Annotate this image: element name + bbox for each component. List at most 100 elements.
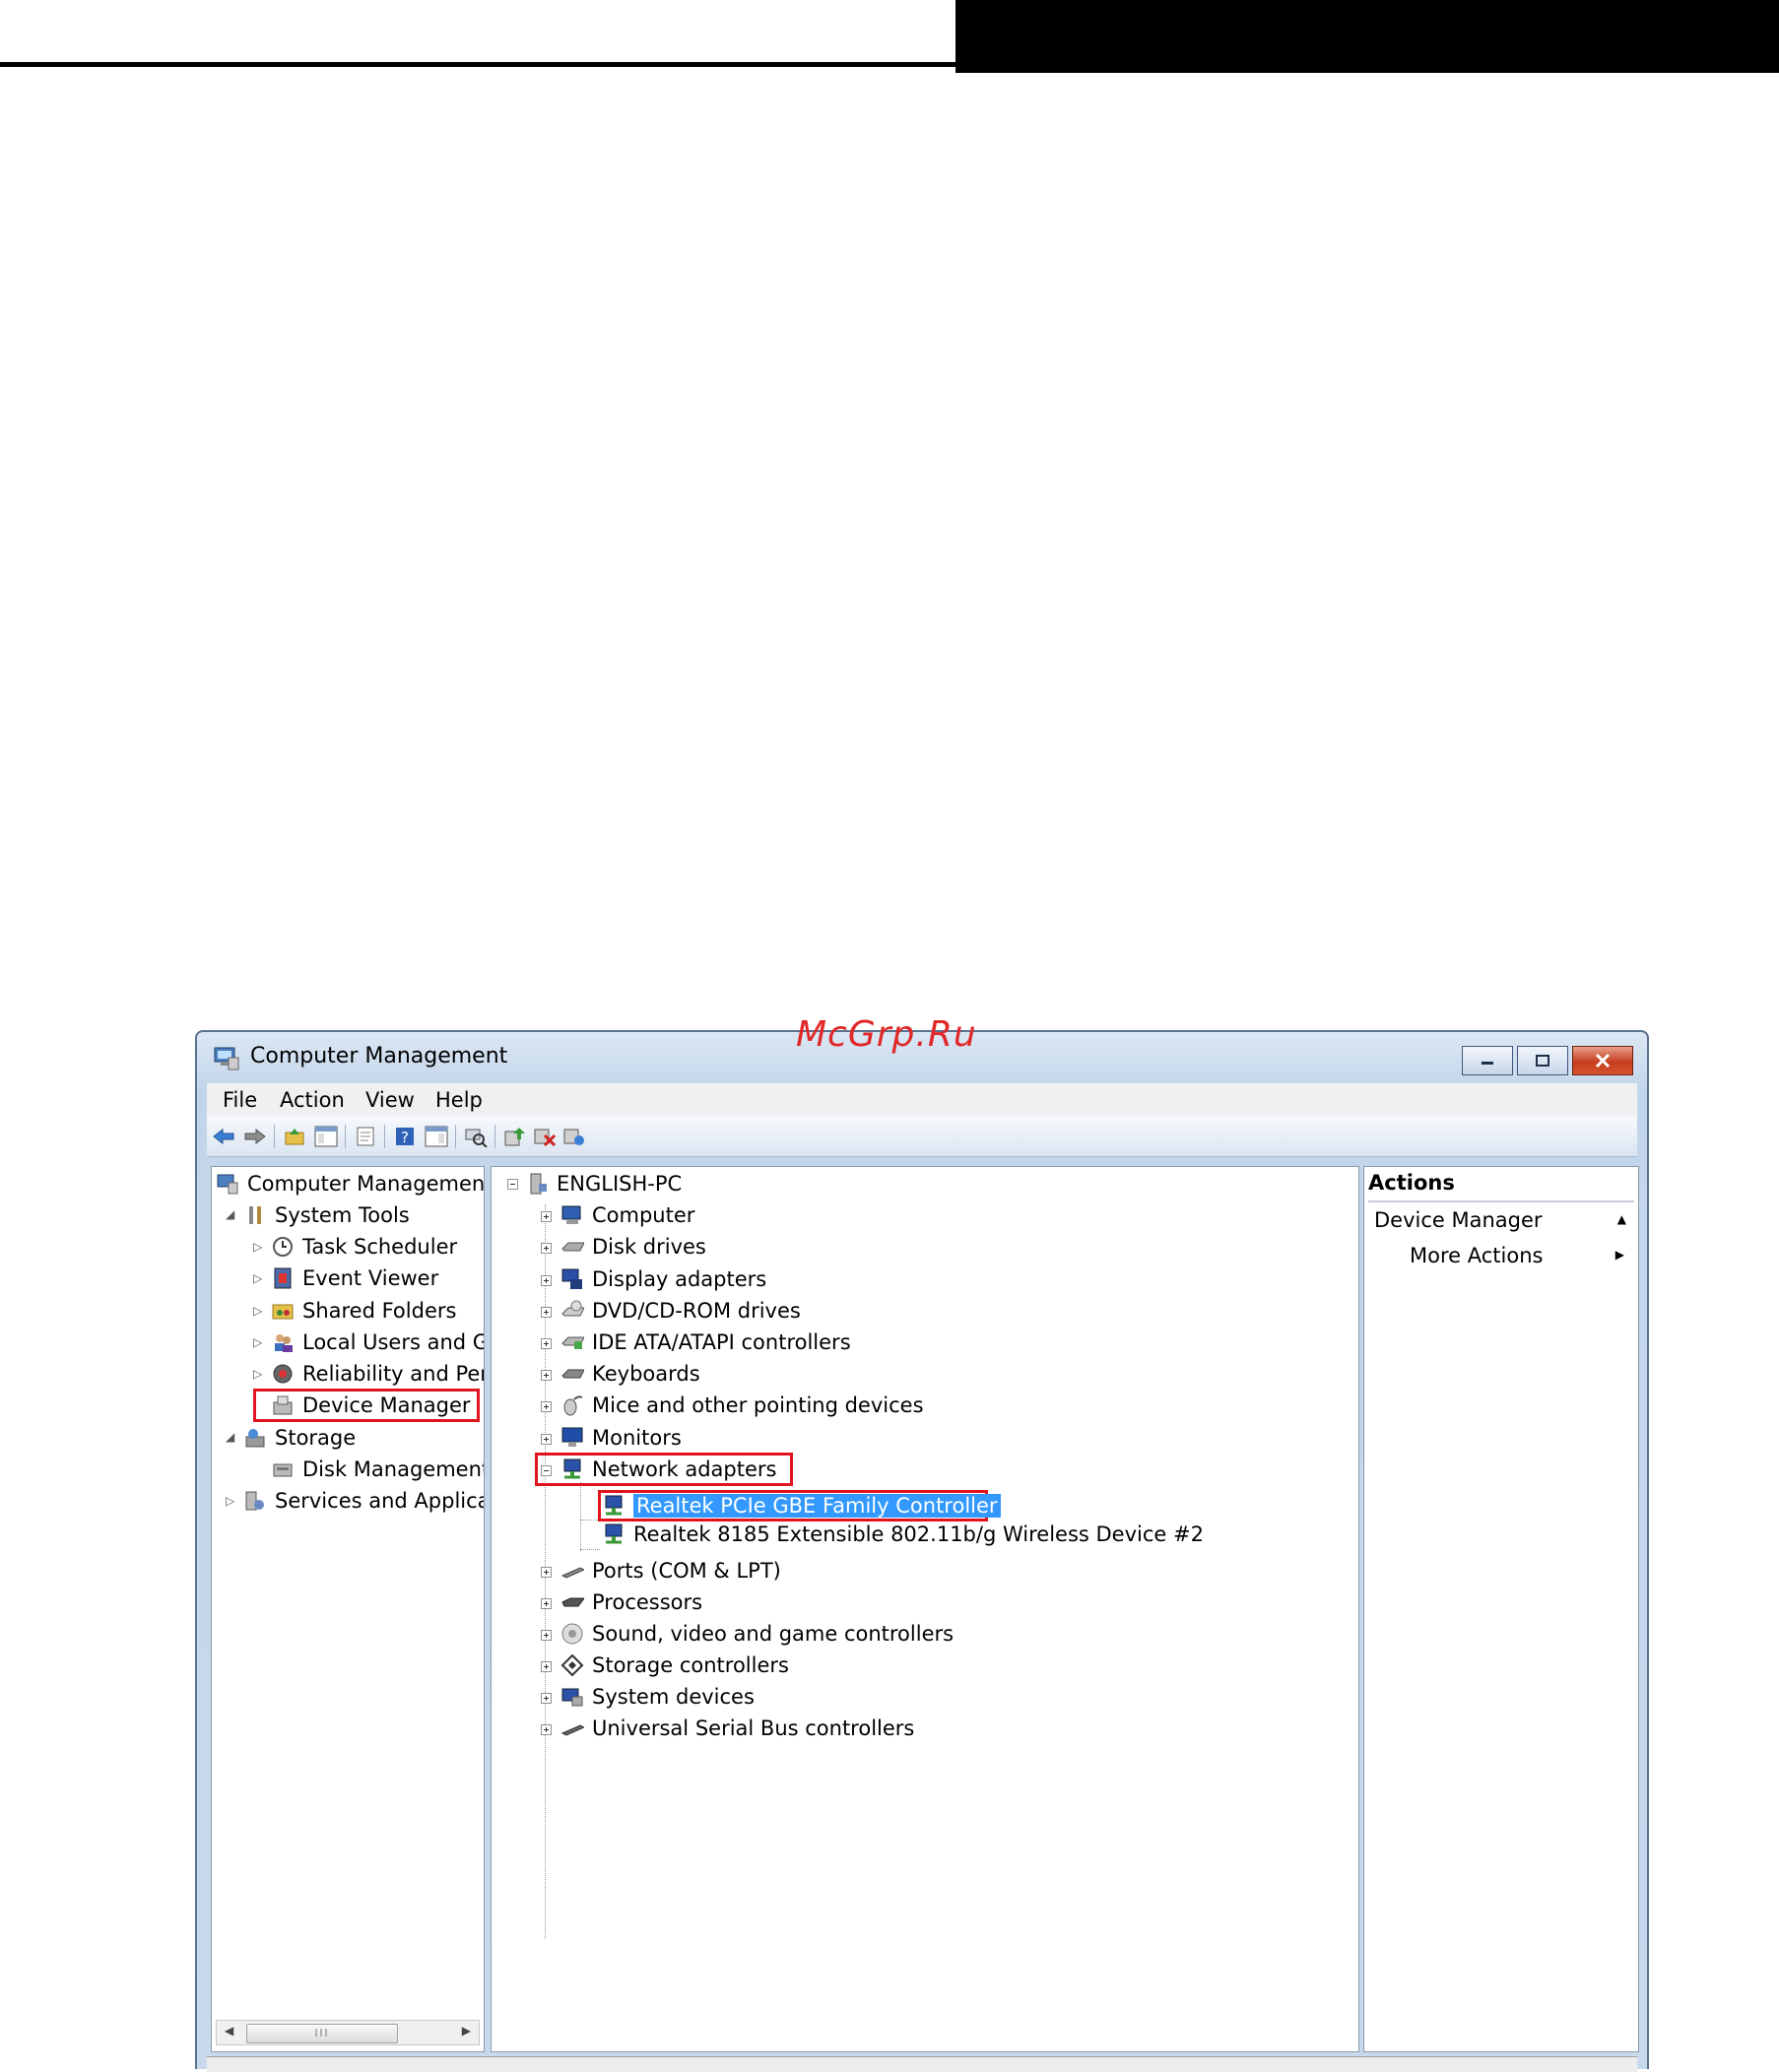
- category-mice[interactable]: Mice and other pointing devices: [560, 1391, 924, 1420]
- collapse-box-icon[interactable]: [507, 1179, 518, 1190]
- category-display-adapters[interactable]: Display adapters: [560, 1264, 766, 1294]
- category-disk-drives[interactable]: Disk drives: [560, 1232, 706, 1262]
- minimize-icon: [1482, 1062, 1493, 1065]
- expand-box-icon[interactable]: [541, 1401, 552, 1412]
- forward-button[interactable]: [242, 1124, 268, 1149]
- tree-shared-folders[interactable]: Shared Folders: [271, 1296, 456, 1326]
- expand-arrow-icon[interactable]: ▷: [253, 1367, 262, 1381]
- expand-box-icon[interactable]: [541, 1567, 552, 1578]
- category-sound-video-game[interactable]: Sound, video and game controllers: [560, 1619, 954, 1649]
- update-driver-icon: [504, 1128, 525, 1146]
- tree-computer-management[interactable]: Computer Management: [216, 1169, 484, 1198]
- device-realtek-8185-wireless[interactable]: Realtek 8185 Extensible 802.11b/g Wirele…: [602, 1520, 1204, 1549]
- actions-header: Actions: [1368, 1171, 1634, 1202]
- usb-icon: [560, 1716, 584, 1740]
- category-ports[interactable]: Ports (COM & LPT): [560, 1556, 781, 1586]
- update-driver-button[interactable]: [502, 1124, 528, 1149]
- menu-view[interactable]: View: [365, 1088, 415, 1112]
- mouse-icon: [560, 1393, 584, 1417]
- category-processors[interactable]: Processors: [560, 1587, 702, 1617]
- category-usb-controllers[interactable]: Universal Serial Bus controllers: [560, 1714, 914, 1743]
- ide-controller-icon: [560, 1330, 584, 1354]
- show-hide-console-tree-button[interactable]: [313, 1124, 339, 1149]
- action-pane-icon: [425, 1126, 448, 1147]
- users-icon: [271, 1330, 295, 1354]
- device-root[interactable]: ENGLISH-PC: [525, 1169, 682, 1198]
- disk-management-icon: [271, 1457, 295, 1481]
- tree-task-scheduler[interactable]: Task Scheduler: [271, 1232, 457, 1262]
- show-action-pane-button[interactable]: [424, 1124, 449, 1149]
- storage-controller-icon: [560, 1653, 584, 1677]
- tree-reliability-performance[interactable]: Reliability and Perf: [271, 1359, 484, 1389]
- category-network-adapters[interactable]: Network adapters: [560, 1455, 776, 1484]
- uninstall-device-button[interactable]: [532, 1124, 558, 1149]
- expand-box-icon[interactable]: [541, 1693, 552, 1704]
- collapse-arrow-icon[interactable]: ◢: [226, 1430, 234, 1444]
- port-icon: [560, 1559, 584, 1583]
- expand-box-icon[interactable]: [541, 1724, 552, 1735]
- expand-box-icon[interactable]: [541, 1434, 552, 1445]
- expand-box-icon[interactable]: [541, 1661, 552, 1672]
- expand-box-icon[interactable]: [541, 1275, 552, 1286]
- expand-box-icon[interactable]: [541, 1211, 552, 1222]
- scroll-left-icon[interactable]: ◀: [225, 2024, 233, 2038]
- storage-icon: [243, 1426, 267, 1450]
- help-button[interactable]: ?: [392, 1124, 418, 1149]
- processor-icon: [560, 1590, 584, 1614]
- properties-button[interactable]: [353, 1124, 378, 1149]
- collapse-arrow-icon[interactable]: ◢: [226, 1207, 234, 1221]
- minimize-button[interactable]: [1462, 1046, 1513, 1075]
- expand-box-icon[interactable]: [541, 1243, 552, 1254]
- expand-box-icon[interactable]: [541, 1338, 552, 1349]
- scrollbar-thumb[interactable]: [246, 2024, 398, 2043]
- tree-local-users-groups[interactable]: Local Users and Gr: [271, 1327, 484, 1357]
- tree-disk-management[interactable]: Disk Management: [271, 1455, 484, 1484]
- collapse-box-icon[interactable]: [541, 1465, 552, 1476]
- expand-arrow-icon[interactable]: ▷: [253, 1271, 262, 1285]
- scan-changes-button[interactable]: [561, 1124, 587, 1149]
- expand-box-icon[interactable]: [541, 1307, 552, 1318]
- device-tree-pane: ENGLISH-PC Computer Disk drives Display …: [491, 1166, 1359, 2052]
- expand-box-icon[interactable]: [541, 1370, 552, 1381]
- tree-system-tools[interactable]: System Tools: [243, 1200, 410, 1230]
- up-level-button[interactable]: [282, 1124, 307, 1149]
- category-ide-controllers[interactable]: IDE ATA/ATAPI controllers: [560, 1327, 851, 1357]
- network-adapter-icon: [560, 1457, 584, 1481]
- tree-device-manager[interactable]: Device Manager: [271, 1391, 471, 1420]
- expand-arrow-icon[interactable]: ▷: [253, 1304, 262, 1318]
- category-monitors[interactable]: Monitors: [560, 1423, 682, 1453]
- device-realtek-pcie-gbe[interactable]: Realtek PCIe GBE Family Controller: [602, 1491, 1001, 1521]
- category-keyboards[interactable]: Keyboards: [560, 1359, 700, 1389]
- menu-action[interactable]: Action: [280, 1088, 345, 1112]
- collapse-up-arrow-icon[interactable]: ▲: [1617, 1212, 1626, 1226]
- keyboard-icon: [560, 1362, 584, 1386]
- menu-help[interactable]: Help: [435, 1088, 483, 1112]
- actions-section-device-manager[interactable]: Device Manager: [1374, 1208, 1543, 1232]
- category-storage-controllers[interactable]: Storage controllers: [560, 1651, 789, 1680]
- more-actions-link[interactable]: More Actions: [1410, 1244, 1543, 1267]
- back-button[interactable]: [211, 1124, 236, 1149]
- actions-pane: Actions Device Manager ▲ More Actions ▶: [1363, 1166, 1639, 2052]
- menu-file[interactable]: File: [223, 1088, 257, 1112]
- scroll-right-icon[interactable]: ▶: [462, 2024, 471, 2038]
- close-button[interactable]: [1572, 1046, 1633, 1075]
- expand-box-icon[interactable]: [541, 1598, 552, 1609]
- tree-event-viewer[interactable]: Event Viewer: [271, 1263, 438, 1293]
- enable-device-icon: [563, 1129, 584, 1145]
- menu-bar: File Action View Help: [207, 1083, 1637, 1117]
- category-computer[interactable]: Computer: [560, 1200, 694, 1230]
- expand-arrow-icon[interactable]: ▷: [226, 1494, 234, 1508]
- category-system-devices[interactable]: System devices: [560, 1682, 755, 1712]
- expand-arrow-icon[interactable]: ▷: [253, 1240, 262, 1254]
- network-adapter-icon: [602, 1522, 626, 1546]
- expand-box-icon[interactable]: [541, 1630, 552, 1641]
- tree-services-applications[interactable]: Services and Applicat: [243, 1486, 484, 1516]
- console-tree-icon: [314, 1126, 338, 1147]
- scan-hardware-button[interactable]: [463, 1124, 489, 1149]
- back-arrow-icon: [213, 1128, 234, 1145]
- expand-arrow-icon[interactable]: ▷: [253, 1335, 262, 1349]
- category-dvd-cdrom[interactable]: DVD/CD-ROM drives: [560, 1296, 801, 1326]
- horizontal-scrollbar[interactable]: ◀ ▶: [216, 2020, 480, 2045]
- tree-storage[interactable]: Storage: [243, 1423, 356, 1453]
- maximize-button[interactable]: [1517, 1046, 1568, 1075]
